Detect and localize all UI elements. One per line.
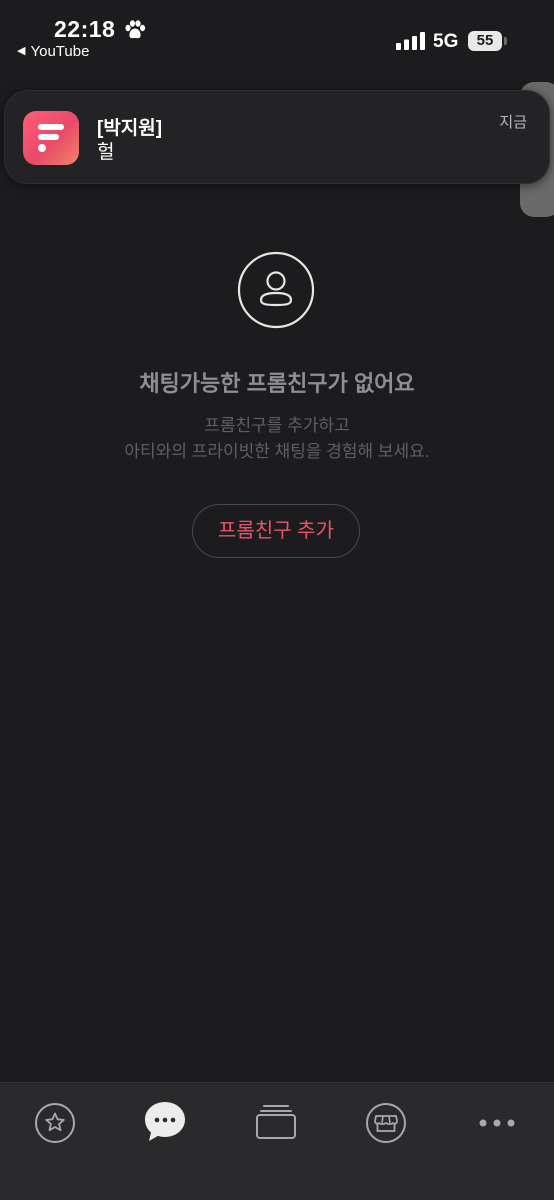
star-icon <box>35 1103 75 1143</box>
empty-state-subtitle-line2: 아티와의 프라이빗한 채팅을 경험해 보세요. <box>124 442 430 461</box>
tab-favorites[interactable] <box>33 1101 77 1145</box>
notification-time: 지금 <box>499 114 527 131</box>
fromm-app-icon <box>23 111 79 165</box>
notification-banner[interactable]: [박지원] 헐 지금 <box>4 90 550 184</box>
empty-state-subtitle-line1: 프롬친구를 추가하고 <box>204 416 350 435</box>
battery-level: 55 <box>468 31 502 51</box>
cellular-signal-icon <box>396 32 425 50</box>
more-dots-icon <box>479 1119 515 1127</box>
tab-chat[interactable] <box>143 1099 187 1143</box>
tab-more[interactable] <box>475 1101 519 1145</box>
empty-state-title: 채팅가능한 프롬친구가 없어요 <box>139 371 415 396</box>
add-fromm-friend-button[interactable]: 프롬친구 추가 <box>192 504 360 558</box>
tab-store[interactable] <box>364 1101 408 1145</box>
chat-list-screen: 22:18 ◀ YouTube 5G 55 [박지원] 헐 지금 채팅가능한 프… <box>0 0 554 1200</box>
paw-icon <box>125 20 146 39</box>
bottom-tab-bar <box>0 1082 554 1200</box>
notification-sender: [박지원] <box>97 118 163 139</box>
status-time: 22:18 <box>54 16 116 42</box>
battery-indicator: 55 <box>468 31 507 51</box>
notification-message: 헐 <box>97 142 115 163</box>
back-app-label: YouTube <box>30 43 90 60</box>
chat-bubble-icon <box>145 1102 185 1141</box>
network-type: 5G <box>433 31 459 52</box>
back-triangle-icon: ◀ <box>17 45 26 57</box>
store-icon <box>366 1103 406 1143</box>
cards-icon <box>256 1105 296 1139</box>
person-icon <box>237 251 315 329</box>
tab-cards[interactable] <box>254 1101 298 1145</box>
battery-cap <box>504 37 507 45</box>
back-to-app-link[interactable]: ◀ YouTube <box>17 43 89 60</box>
